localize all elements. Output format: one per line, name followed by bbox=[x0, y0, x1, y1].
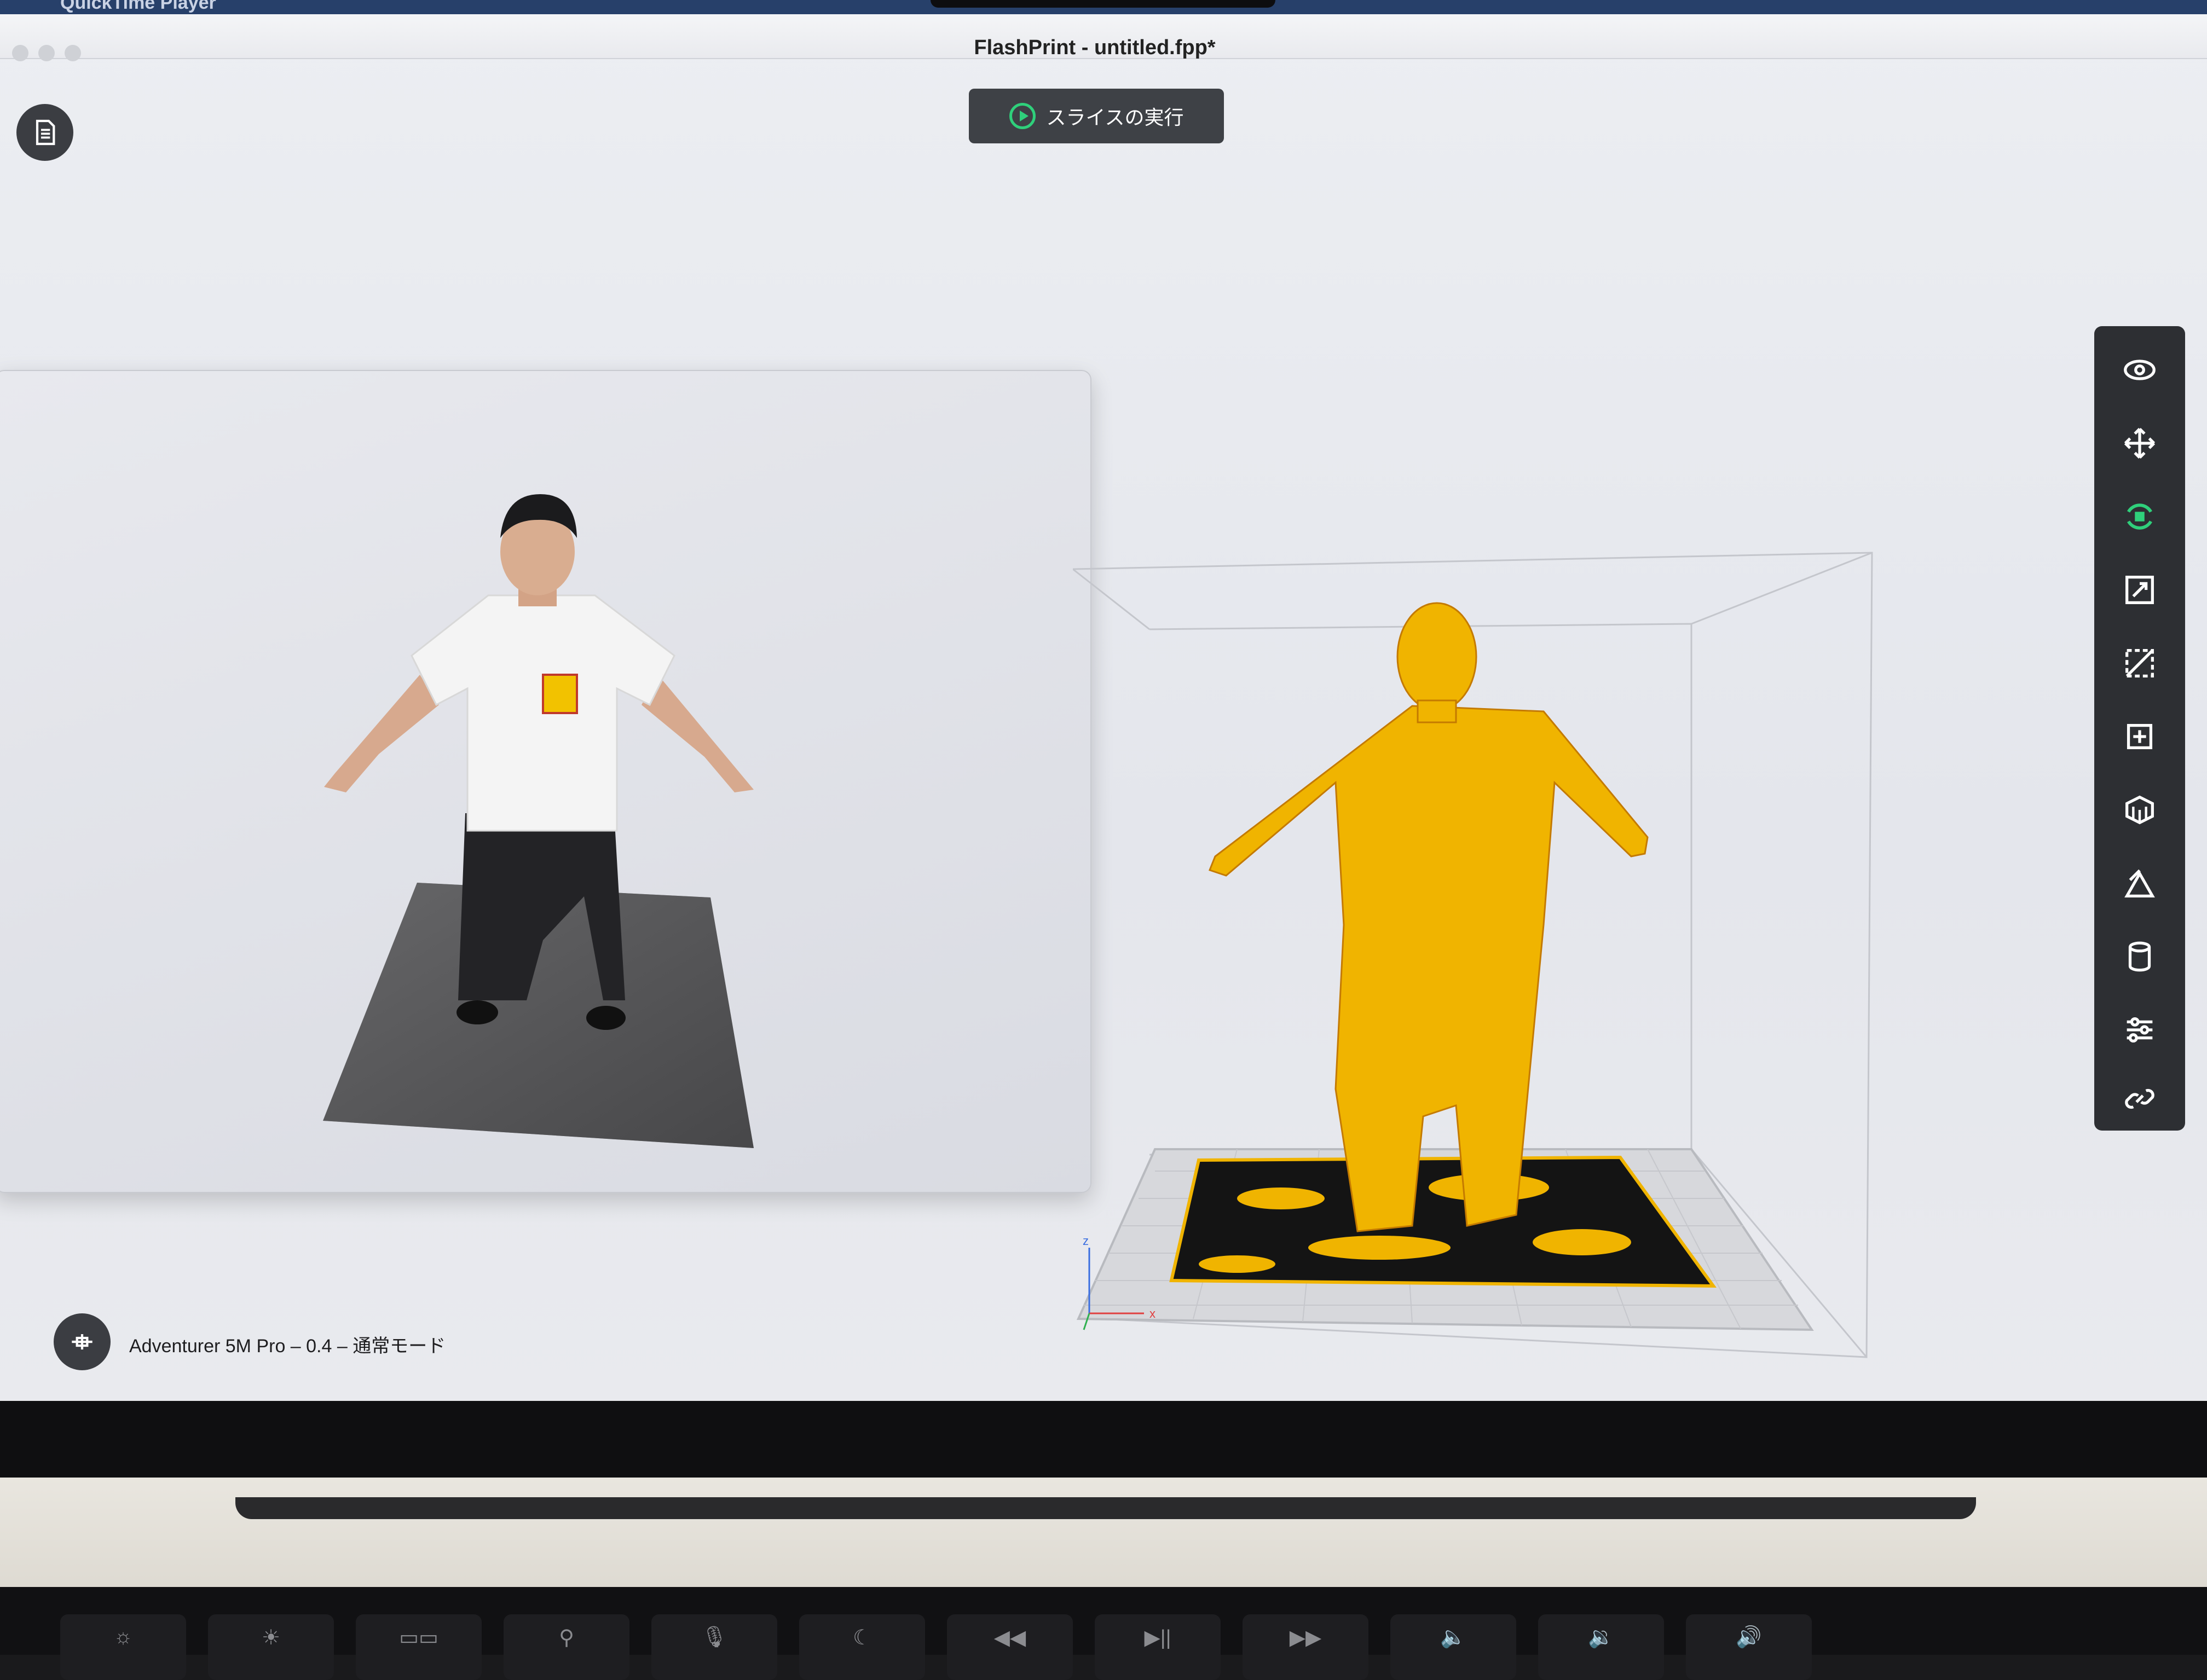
play-icon bbox=[1009, 103, 1036, 129]
link-icon bbox=[2125, 1088, 2154, 1109]
laptop-screen: QuickTime Player FlashPrint - untitled.f… bbox=[0, 0, 2207, 1401]
person-scan-preview bbox=[323, 494, 754, 1148]
rotate-icon bbox=[2127, 503, 2152, 530]
slice-button-label: スライスの実行 bbox=[1046, 106, 1184, 129]
key-f5[interactable]: 🎙 bbox=[651, 1614, 777, 1680]
move-icon bbox=[2124, 427, 2156, 459]
key-f11[interactable]: 🔉 bbox=[1538, 1614, 1664, 1680]
view-tool[interactable] bbox=[2112, 343, 2167, 397]
cut-icon bbox=[2125, 649, 2154, 677]
document-button[interactable] bbox=[16, 104, 73, 161]
slice-button[interactable]: スライスの実行 bbox=[969, 89, 1224, 143]
cut-tool[interactable] bbox=[2112, 636, 2167, 691]
printer-plug-icon bbox=[72, 1334, 93, 1349]
rotate-tool[interactable] bbox=[2112, 489, 2167, 544]
window-title: FlashPrint - untitled.fpp* bbox=[974, 36, 1216, 59]
key-f2[interactable]: ☀ bbox=[208, 1614, 334, 1680]
right-toolbar bbox=[2094, 326, 2185, 1131]
eye-icon bbox=[2124, 360, 2156, 380]
mirror-icon bbox=[2124, 869, 2155, 897]
key-f3[interactable]: ▭▭ bbox=[356, 1614, 482, 1680]
right-arm bbox=[642, 675, 754, 792]
key-f7[interactable]: ◀◀ bbox=[947, 1614, 1073, 1680]
yellow-3d-model[interactable] bbox=[1209, 602, 1649, 1232]
key-f6[interactable]: ☾ bbox=[799, 1614, 925, 1680]
axis-x-label: x bbox=[1149, 1307, 1156, 1320]
key-f9[interactable]: ▶▶ bbox=[1243, 1614, 1368, 1680]
axis-z-label: z bbox=[1083, 1234, 1089, 1248]
left-arm bbox=[324, 675, 439, 792]
cylinder-icon bbox=[2128, 941, 2151, 972]
move-tool[interactable] bbox=[2112, 416, 2167, 471]
cylinder-tool[interactable] bbox=[2112, 929, 2167, 984]
add-model-icon bbox=[2127, 723, 2153, 750]
laptop-hinge bbox=[235, 1497, 1976, 1519]
camera-notch bbox=[931, 0, 1275, 8]
settings-sliders-icon bbox=[2127, 1017, 2153, 1043]
menu-app-name[interactable]: QuickTime Player bbox=[60, 0, 216, 14]
scale-tool[interactable] bbox=[2112, 563, 2167, 617]
mirror-tool[interactable] bbox=[2112, 856, 2167, 911]
key-f8[interactable]: ▶|| bbox=[1095, 1614, 1221, 1680]
key-f12[interactable]: 🔊 bbox=[1686, 1614, 1812, 1680]
settings-tool[interactable] bbox=[2112, 1003, 2167, 1057]
window-titlebar: FlashPrint - untitled.fpp* bbox=[0, 14, 2207, 61]
key-f4[interactable]: ⚲ bbox=[504, 1614, 629, 1680]
build-volume-viewport[interactable]: z x bbox=[1073, 542, 1888, 1374]
support-tool[interactable] bbox=[2112, 783, 2167, 837]
model-preview-panel bbox=[0, 370, 1091, 1193]
key-f1[interactable]: ☼ bbox=[60, 1614, 186, 1680]
add-model-tool[interactable] bbox=[2112, 709, 2167, 764]
left-shoe bbox=[457, 1000, 498, 1024]
printer-connect-button[interactable] bbox=[54, 1313, 111, 1370]
right-shoe bbox=[586, 1006, 626, 1030]
document-icon bbox=[36, 119, 55, 146]
shirt-logo bbox=[542, 674, 578, 714]
support-icon bbox=[2125, 795, 2154, 825]
link-tool[interactable] bbox=[2112, 1071, 2167, 1126]
key-f10[interactable]: 🔈 bbox=[1390, 1614, 1516, 1680]
printer-status-text: Adventurer 5M Pro – 0.4 – 通常モード bbox=[129, 1336, 446, 1357]
scale-icon bbox=[2125, 576, 2154, 604]
